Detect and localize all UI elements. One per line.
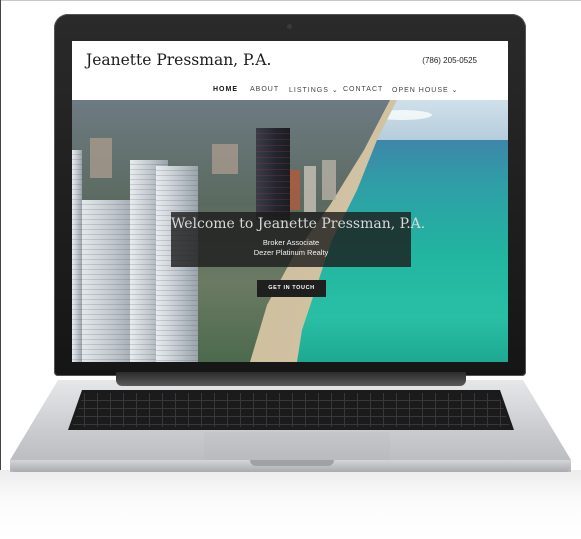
broker-title: Broker Associate — [262, 238, 320, 247]
brokerage-name: Dezer Platinum Realty — [253, 248, 329, 257]
laptop-hinge — [116, 372, 466, 386]
site-header: Jeanette Pressman, P.A. (786) 205-0525 — [72, 41, 508, 82]
welcome-overlay: Welcome to Jeanette Pressman, P.A. Broke… — [171, 212, 426, 267]
nav-home[interactable]: HOME — [213, 86, 238, 93]
keyboard-keys — [72, 393, 510, 427]
building — [212, 144, 238, 174]
building — [322, 160, 336, 200]
main-navigation: HOME ABOUT LISTINGS ⌄ CONTACT OPEN HOUSE… — [72, 82, 508, 101]
phone-number[interactable]: (786) 205-0525 — [422, 56, 477, 65]
desk-surface — [0, 470, 581, 539]
building-tower — [72, 150, 82, 362]
building-dark-tower — [256, 128, 290, 220]
nav-listings[interactable]: LISTINGS ⌄ — [289, 86, 339, 94]
nav-open-house[interactable]: OPEN HOUSE ⌄ — [392, 86, 459, 94]
building — [304, 166, 316, 212]
nav-contact[interactable]: CONTACT — [343, 86, 383, 93]
frame-left-border — [0, 0, 1, 539]
laptop-lid-notch — [250, 460, 334, 466]
building — [90, 138, 112, 178]
site-title[interactable]: Jeanette Pressman, P.A. — [86, 51, 271, 69]
laptop-screen: Jeanette Pressman, P.A. (786) 205-0525 H… — [72, 41, 508, 362]
webcam-icon — [287, 24, 292, 29]
get-in-touch-button[interactable]: GET IN TOUCH — [257, 280, 326, 297]
welcome-heading: Welcome to Jeanette Pressman, P.A. — [171, 216, 426, 232]
hero-banner-image: Welcome to Jeanette Pressman, P.A. Broke… — [72, 100, 508, 362]
laptop-trackpad — [204, 432, 390, 462]
frame-top-border — [0, 0, 581, 1]
nav-about[interactable]: ABOUT — [250, 86, 279, 93]
